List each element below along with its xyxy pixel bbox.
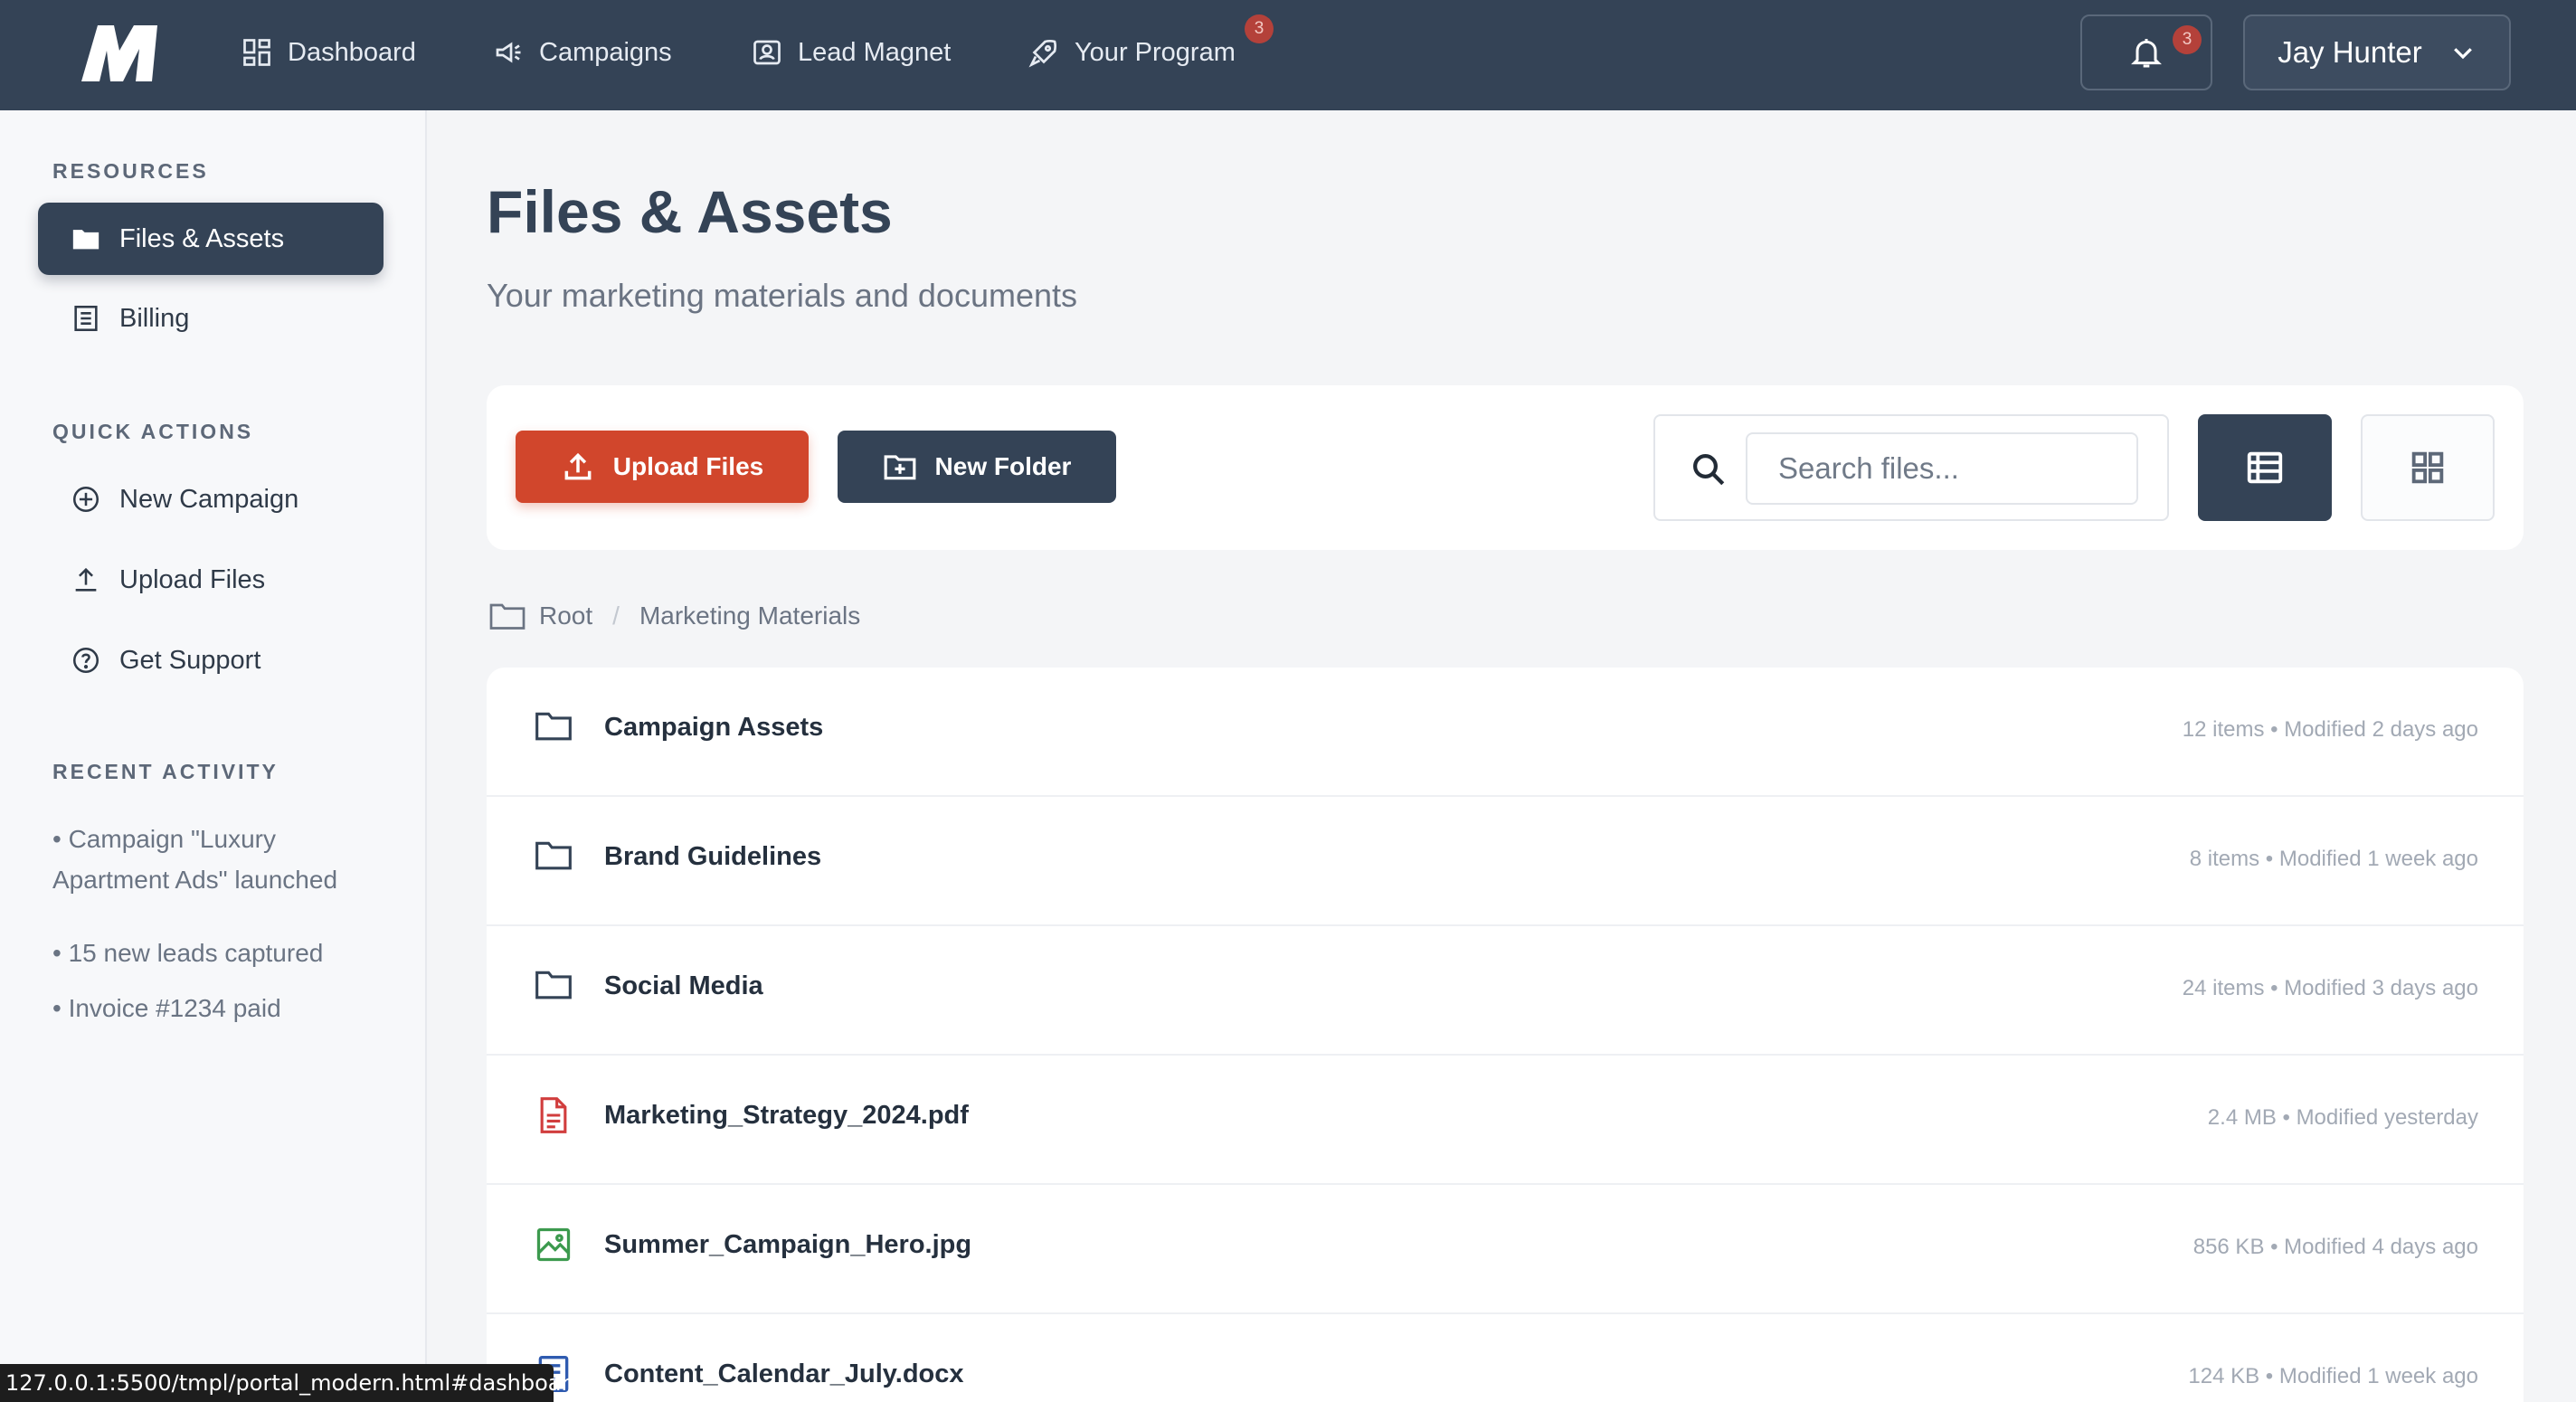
grid-view-icon xyxy=(2411,451,2444,484)
page-title: Files & Assets xyxy=(487,178,893,245)
grid-view-button[interactable] xyxy=(2361,414,2495,521)
top-navbar: Dashboard Campaigns Lead Magnet Your Pro… xyxy=(0,0,2576,110)
upload-files-label: Upload Files xyxy=(612,452,764,480)
search-icon xyxy=(1693,454,1725,486)
file-row-social-media[interactable]: Social Media 24 items • Modified 3 days … xyxy=(487,926,2524,1056)
search-input[interactable] xyxy=(1746,432,2138,505)
folder-icon xyxy=(535,712,572,741)
file-row-brand-guidelines[interactable]: Brand Guidelines 8 items • Modified 1 we… xyxy=(487,797,2524,926)
nav-campaigns[interactable]: Campaigns xyxy=(492,27,672,78)
nav-dashboard-label: Dashboard xyxy=(288,37,416,67)
file-name: Campaign Assets xyxy=(604,713,824,742)
sidebar-item-files-assets[interactable]: Files & Assets xyxy=(38,203,384,275)
activity-item: • 15 new leads captured xyxy=(52,939,324,967)
upload-icon xyxy=(564,452,592,480)
sidebar-item-label: Billing xyxy=(119,303,190,333)
breadcrumb-separator: / xyxy=(612,602,620,630)
file-name: Marketing_Strategy_2024.pdf xyxy=(604,1101,969,1130)
breadcrumb-current: Marketing Materials xyxy=(639,602,861,630)
browser-status-url: 127.0.0.1:5500/tmpl/portal_modern.html#d… xyxy=(0,1364,583,1402)
file-meta: 8 items • Modified 1 week ago xyxy=(2189,847,2478,871)
new-folder-button[interactable]: New Folder xyxy=(838,431,1116,503)
new-folder-label: New Folder xyxy=(934,452,1072,480)
file-name: Content_Calendar_July.docx xyxy=(604,1359,964,1388)
rocket-icon xyxy=(1028,39,1057,68)
file-meta: 2.4 MB • Modified yesterday xyxy=(2207,1105,2478,1130)
recent-activity-heading: RECENT ACTIVITY xyxy=(52,760,279,783)
sidebar: RESOURCES Files & Assets Billing QUICK A… xyxy=(0,110,427,1402)
logo[interactable] xyxy=(74,25,159,81)
help-circle-icon xyxy=(72,647,99,674)
bell-icon xyxy=(2131,39,2162,68)
pdf-file-icon xyxy=(540,1097,567,1133)
search-box xyxy=(1653,414,2169,521)
file-row-content-calendar[interactable]: Content_Calendar_July.docx 124 KB • Modi… xyxy=(487,1314,2524,1402)
file-meta: 24 items • Modified 3 days ago xyxy=(2182,976,2478,1000)
file-meta: 124 KB • Modified 1 week ago xyxy=(2188,1364,2478,1388)
nav-dashboard[interactable]: Dashboard xyxy=(241,27,416,78)
file-meta: 12 items • Modified 2 days ago xyxy=(2182,717,2478,742)
file-row-marketing-strategy[interactable]: Marketing_Strategy_2024.pdf 2.4 MB • Mod… xyxy=(487,1056,2524,1185)
page-subtitle: Your marketing materials and documents xyxy=(487,277,1078,314)
activity-item: • Invoice #1234 paid xyxy=(52,994,281,1022)
sidebar-item-billing[interactable]: Billing xyxy=(38,282,384,355)
sidebar-item-label: New Campaign xyxy=(119,484,299,514)
resources-heading: RESOURCES xyxy=(52,159,209,183)
file-toolbar: Upload Files New Folder xyxy=(487,385,2524,550)
user-name: Jay Hunter xyxy=(2278,35,2422,69)
sidebar-item-label: Upload Files xyxy=(119,564,266,594)
nav-lead-magnet-label: Lead Magnet xyxy=(798,37,952,67)
file-name: Social Media xyxy=(604,971,763,1000)
receipt-icon xyxy=(74,305,98,332)
file-meta: 856 KB • Modified 4 days ago xyxy=(2192,1235,2478,1259)
breadcrumb: Root / Marketing Materials xyxy=(488,597,860,635)
folder-outline-icon xyxy=(489,603,526,630)
program-badge: 3 xyxy=(1245,14,1274,43)
plus-circle-icon xyxy=(72,486,99,513)
sidebar-item-label: Get Support xyxy=(119,645,261,675)
magnet-icon xyxy=(753,40,781,65)
nav-lead-magnet[interactable]: Lead Magnet xyxy=(751,27,951,78)
file-name: Summer_Campaign_Hero.jpg xyxy=(604,1230,972,1259)
list-view-button[interactable] xyxy=(2198,414,2332,521)
activity-item: • Campaign "Luxury Apartment Ads" launch… xyxy=(52,825,338,894)
nav-your-program[interactable]: Your Program xyxy=(1028,27,1236,78)
dashboard-icon xyxy=(243,39,270,66)
folder-icon xyxy=(72,230,99,250)
sidebar-item-new-campaign[interactable]: New Campaign xyxy=(38,463,384,535)
sidebar-item-get-support[interactable]: Get Support xyxy=(38,624,384,696)
breadcrumb-root[interactable]: Root xyxy=(539,602,592,630)
chevron-down-icon xyxy=(2453,48,2472,60)
file-row-summer-campaign-hero[interactable]: Summer_Campaign_Hero.jpg 856 KB • Modifi… xyxy=(487,1185,2524,1314)
nav-your-program-label: Your Program xyxy=(1075,37,1236,67)
sidebar-item-upload-files[interactable]: Upload Files xyxy=(38,544,384,616)
nav-campaigns-label: Campaigns xyxy=(539,37,672,67)
file-row-campaign-assets[interactable]: Campaign Assets 12 items • Modified 2 da… xyxy=(487,668,2524,797)
image-file-icon xyxy=(536,1227,571,1262)
upload-files-button[interactable]: Upload Files xyxy=(516,431,809,503)
upload-icon xyxy=(75,567,97,592)
list-view-icon xyxy=(2247,451,2283,484)
folder-plus-icon xyxy=(884,455,915,480)
file-name: Brand Guidelines xyxy=(604,842,822,871)
user-menu-button[interactable]: Jay Hunter xyxy=(2243,14,2511,90)
folder-icon xyxy=(535,841,572,870)
file-list: Campaign Assets 12 items • Modified 2 da… xyxy=(487,668,2524,1402)
sidebar-item-label: Files & Assets xyxy=(119,223,285,253)
notifications-badge: 3 xyxy=(2173,25,2202,54)
quick-actions-heading: QUICK ACTIONS xyxy=(52,420,254,443)
folder-icon xyxy=(535,971,572,999)
megaphone-icon xyxy=(496,42,521,63)
